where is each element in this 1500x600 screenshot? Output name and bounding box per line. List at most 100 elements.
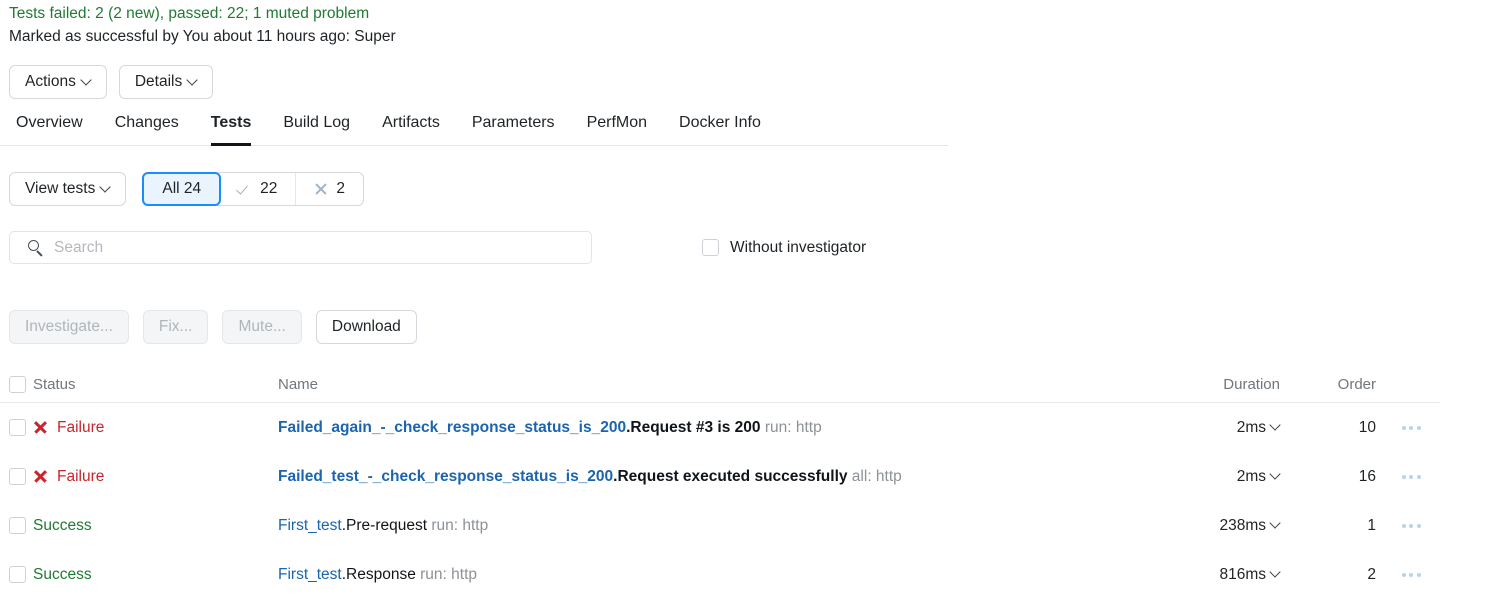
tab-label: Tests bbox=[210, 114, 252, 131]
row-name-cell: Failed_again_-_check_response_status_is_… bbox=[278, 419, 1132, 437]
table-row[interactable]: Failure Failed_test_-_check_response_stat… bbox=[0, 452, 1440, 501]
view-tests-button[interactable]: View tests bbox=[9, 172, 127, 206]
row-checkbox[interactable] bbox=[9, 468, 26, 485]
more-options-icon[interactable] bbox=[1401, 474, 1421, 479]
duration-toggle[interactable]: 816ms bbox=[1219, 566, 1280, 584]
header-name-label: Name bbox=[278, 375, 319, 393]
chevron-down-icon bbox=[1271, 421, 1280, 430]
tab-docker-info[interactable]: Docker Info bbox=[663, 108, 777, 145]
tab-build-log[interactable]: Build Log bbox=[267, 108, 366, 145]
tab-label: Changes bbox=[114, 114, 179, 131]
test-name-meta: run: http bbox=[427, 516, 489, 534]
row-select-cell bbox=[0, 517, 33, 534]
chevron-down-icon bbox=[1271, 519, 1280, 528]
test-name-link[interactable]: First_test bbox=[278, 566, 342, 583]
chevron-down-icon bbox=[1271, 568, 1280, 577]
row-checkbox[interactable] bbox=[9, 517, 26, 534]
order-value: 2 bbox=[1367, 565, 1376, 583]
search-input[interactable] bbox=[10, 232, 591, 263]
tests-table: Status Name Duration Order Failure Failed… bbox=[0, 366, 1440, 599]
marked-successful-text: Marked as successful by You about 11 hou… bbox=[9, 28, 396, 45]
header-status-label: Status bbox=[33, 375, 76, 393]
filter-all-tests[interactable]: All 24 bbox=[142, 172, 222, 206]
row-select-cell bbox=[0, 566, 33, 583]
row-order-cell: 2 bbox=[1292, 566, 1382, 584]
close-icon bbox=[314, 182, 328, 196]
duration-value: 2ms bbox=[1236, 418, 1266, 436]
row-order-cell: 10 bbox=[1292, 419, 1382, 437]
test-name-suffix: .Response bbox=[341, 565, 416, 583]
filter-failed-count: 2 bbox=[336, 180, 346, 197]
investigate-button[interactable]: Investigate... bbox=[9, 310, 129, 344]
table-row[interactable]: Failure Failed_again_-_check_response_sta… bbox=[0, 403, 1440, 452]
duration-toggle[interactable]: 238ms bbox=[1219, 517, 1280, 535]
chevron-down-icon bbox=[82, 76, 91, 85]
build-results-page: Tests failed: 2 (2 new), passed: 22; 1 m… bbox=[0, 0, 1500, 600]
order-value: 1 bbox=[1367, 516, 1376, 534]
test-name-meta: run: http bbox=[415, 565, 478, 583]
build-summary: Tests failed: 2 (2 new), passed: 22; 1 m… bbox=[9, 4, 396, 47]
table-header-row: Status Name Duration Order bbox=[0, 366, 1440, 403]
filter-passed-tests[interactable]: 22 bbox=[220, 173, 297, 205]
order-value: 16 bbox=[1358, 467, 1376, 485]
tests-summary-text: Tests failed: 2 (2 new), passed: 22; 1 m… bbox=[9, 5, 370, 22]
details-button[interactable]: Details bbox=[118, 65, 214, 99]
without-investigator-checkbox[interactable]: Without investigator bbox=[702, 239, 866, 257]
test-name-link[interactable]: Failed_again_-_check_response_status_is_… bbox=[278, 419, 626, 436]
header-status-cell: Status bbox=[33, 376, 278, 393]
test-actions: Investigate... Fix... Mute... Download bbox=[9, 310, 417, 344]
tab-perfmon[interactable]: PerfMon bbox=[571, 108, 663, 145]
tab-label: Docker Info bbox=[679, 114, 761, 131]
row-status-cell: Success bbox=[33, 517, 278, 535]
row-checkbox[interactable] bbox=[9, 566, 26, 583]
duration-value: 816ms bbox=[1219, 565, 1266, 583]
fix-button[interactable]: Fix... bbox=[142, 310, 209, 344]
filter-failed-tests[interactable]: 2 bbox=[296, 173, 363, 205]
status-badge: Failure bbox=[57, 418, 105, 436]
search-box[interactable] bbox=[9, 231, 592, 264]
checkbox-box[interactable] bbox=[702, 239, 719, 256]
tab-label: Artifacts bbox=[382, 114, 440, 131]
test-filters: View tests All 24 22 2 bbox=[9, 172, 365, 206]
table-row[interactable]: Success First_test.Pre-request run: http 2… bbox=[0, 501, 1440, 550]
test-name-link[interactable]: First_test bbox=[278, 517, 342, 534]
tab-artifacts[interactable]: Artifacts bbox=[366, 108, 456, 145]
test-name-meta: run: http bbox=[760, 418, 822, 436]
tab-parameters[interactable]: Parameters bbox=[456, 108, 571, 145]
tab-tests[interactable]: Tests bbox=[195, 108, 268, 146]
row-menu-cell bbox=[1382, 474, 1440, 479]
row-order-cell: 1 bbox=[1292, 517, 1382, 535]
row-order-cell: 16 bbox=[1292, 468, 1382, 486]
test-name: Failed_again_-_check_response_status_is_… bbox=[278, 419, 822, 437]
tab-changes[interactable]: Changes bbox=[99, 108, 195, 145]
duration-value: 2ms bbox=[1236, 467, 1266, 485]
chevron-down-icon bbox=[188, 76, 197, 85]
mute-button[interactable]: Mute... bbox=[222, 310, 302, 344]
tab-overview[interactable]: Overview bbox=[0, 108, 99, 145]
table-row[interactable]: Success First_test.Response run: http 816m… bbox=[0, 550, 1440, 599]
test-name-suffix: .Request #3 is 200 bbox=[626, 418, 761, 436]
select-all-checkbox[interactable] bbox=[9, 375, 26, 393]
duration-toggle[interactable]: 2ms bbox=[1237, 419, 1280, 437]
duration-toggle[interactable]: 2ms bbox=[1237, 468, 1280, 486]
test-name-suffix: .Pre-request bbox=[341, 516, 428, 534]
row-menu-cell bbox=[1382, 523, 1440, 528]
chevron-down-icon bbox=[1271, 470, 1280, 479]
download-button[interactable]: Download bbox=[315, 310, 417, 344]
row-select-cell bbox=[0, 419, 33, 436]
more-options-icon[interactable] bbox=[1401, 523, 1421, 528]
row-menu-cell bbox=[1382, 425, 1440, 430]
row-checkbox[interactable] bbox=[9, 419, 26, 436]
failure-icon bbox=[33, 420, 48, 435]
tab-label: Build Log bbox=[283, 114, 351, 131]
test-name-link[interactable]: Failed_test_-_check_response_status_is_2… bbox=[278, 468, 613, 485]
row-name-cell: Failed_test_-_check_response_status_is_2… bbox=[278, 468, 1132, 486]
more-options-icon[interactable] bbox=[1401, 572, 1421, 577]
more-options-icon[interactable] bbox=[1401, 425, 1421, 430]
row-status-cell: Success bbox=[33, 566, 278, 584]
build-toolbar: Actions Details bbox=[9, 65, 214, 99]
test-name-suffix: .Request executed successfully bbox=[613, 467, 848, 485]
tab-label: Overview bbox=[16, 114, 83, 131]
table-body: Failure Failed_again_-_check_response_sta… bbox=[0, 403, 1440, 599]
actions-button[interactable]: Actions bbox=[9, 65, 107, 99]
